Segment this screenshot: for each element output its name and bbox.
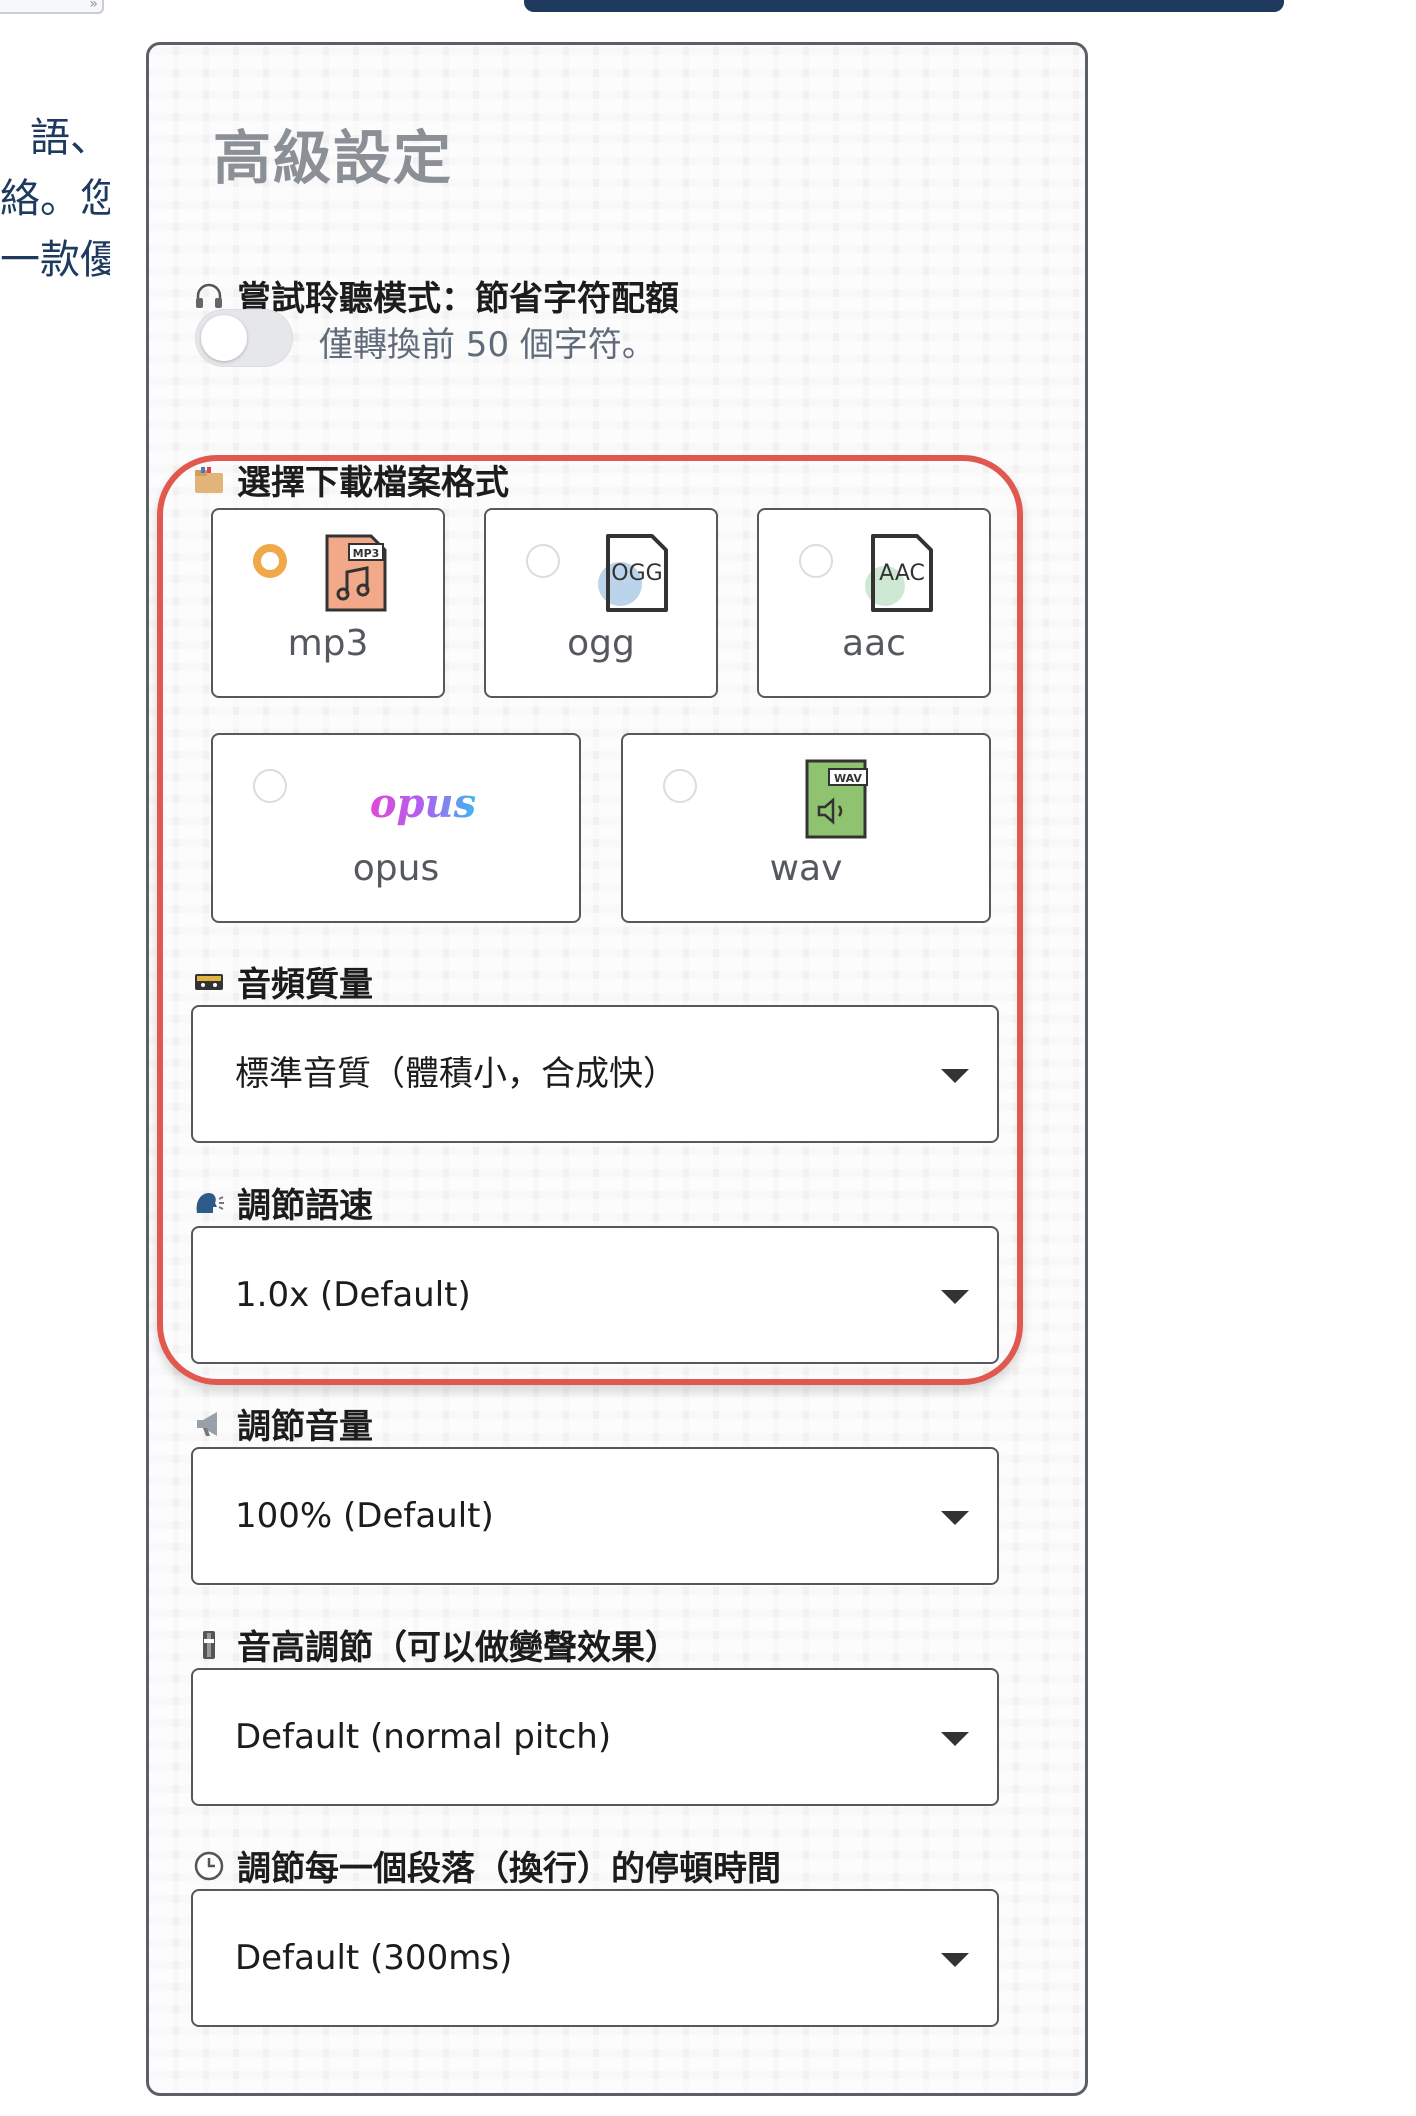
chevron-down-icon xyxy=(941,1953,969,1967)
format-label-ogg: ogg xyxy=(567,623,635,664)
format-option-mp3[interactable]: MP3 mp3 xyxy=(211,508,445,698)
pause-text: 調節每一個段落（換行）的停頓時間 xyxy=(237,1849,781,1889)
aac-badge-text: AAC xyxy=(879,561,925,586)
megaphone-icon xyxy=(193,1408,225,1440)
slider-icon xyxy=(193,1629,225,1661)
chevron-down-icon xyxy=(941,1290,969,1304)
cassette-icon xyxy=(193,966,225,998)
pitch-select[interactable]: Default (normal pitch) xyxy=(191,1668,999,1806)
quality-text: 音頻質量 xyxy=(237,965,373,1005)
wav-file-icon: WAV xyxy=(803,757,873,843)
aac-file-icon: AAC xyxy=(859,532,935,618)
top-left-control[interactable]: » xyxy=(0,0,104,14)
double-chevron-icon: » xyxy=(89,0,98,12)
pause-label: 調節每一個段落（換行）的停頓時間 xyxy=(193,1841,781,1890)
ogg-file-icon: OGG xyxy=(594,532,670,618)
quality-label: 音頻質量 xyxy=(193,957,373,1006)
chevron-down-icon xyxy=(941,1069,969,1083)
volume-label: 調節音量 xyxy=(193,1399,373,1448)
format-option-wav[interactable]: WAV wav xyxy=(621,733,991,923)
pitch-text: 音高調節（可以做變聲效果） xyxy=(237,1628,679,1668)
volume-select[interactable]: 100% (Default) xyxy=(191,1447,999,1585)
article-line: 一款優 xyxy=(0,237,110,283)
advanced-settings-panel: 高級設定 嘗試聆聽模式：節省字符配額 僅轉換前 50 個字符。 選擇下載檔案格式 xyxy=(146,42,1088,2096)
clock-icon xyxy=(193,1850,225,1882)
trial-mode-description: 僅轉換前 50 個字符。 xyxy=(319,325,656,365)
chevron-down-icon xyxy=(941,1511,969,1525)
format-radio-wav[interactable] xyxy=(663,769,697,803)
volume-select-value: 100% (Default) xyxy=(235,1496,494,1536)
format-radio-aac[interactable] xyxy=(799,544,833,578)
quality-select[interactable]: 標準音質（體積小，合成快） xyxy=(191,1005,999,1143)
speaking-head-icon xyxy=(193,1187,225,1219)
trial-mode-toggle[interactable] xyxy=(195,309,293,367)
wav-badge-text: WAV xyxy=(834,772,862,785)
format-label-aac: aac xyxy=(842,623,906,664)
panel-title: 高級設定 xyxy=(213,124,454,192)
format-option-aac[interactable]: AAC aac xyxy=(757,508,991,698)
format-radio-ogg[interactable] xyxy=(526,544,560,578)
trial-mode-text: 嘗試聆聽模式：節省字符配額 xyxy=(237,279,679,319)
format-radio-mp3[interactable] xyxy=(253,544,287,578)
format-label-wav: wav xyxy=(769,848,843,889)
opus-logo-icon: opus xyxy=(363,775,483,839)
format-label-mp3: mp3 xyxy=(287,623,369,664)
speed-label: 調節語速 xyxy=(193,1178,373,1227)
quality-select-value: 標準音質（體積小，合成快） xyxy=(235,1054,677,1094)
speed-text: 調節語速 xyxy=(237,1186,373,1226)
opus-logo-text: opus xyxy=(370,780,476,827)
toggle-knob xyxy=(201,315,247,361)
speed-select-value: 1.0x (Default) xyxy=(235,1275,471,1315)
ogg-badge-text: OGG xyxy=(611,561,662,586)
format-text: 選擇下載檔案格式 xyxy=(237,463,509,503)
chevron-down-icon xyxy=(941,1732,969,1746)
format-option-ogg[interactable]: OGG ogg xyxy=(484,508,718,698)
mp3-badge-text: MP3 xyxy=(353,547,380,560)
pause-select[interactable]: Default (300ms) xyxy=(191,1889,999,2027)
top-banner xyxy=(524,0,1284,12)
article-line: 絡。您 xyxy=(0,176,110,222)
headphones-icon xyxy=(193,280,225,312)
mp3-file-icon: MP3 xyxy=(323,532,389,618)
pitch-select-value: Default (normal pitch) xyxy=(235,1717,612,1757)
folder-icon xyxy=(193,464,225,496)
format-radio-opus[interactable] xyxy=(253,769,287,803)
volume-text: 調節音量 xyxy=(237,1407,373,1447)
article-line: 語、 xyxy=(30,115,110,161)
pause-select-value: Default (300ms) xyxy=(235,1938,513,1978)
background-article-text: 語、 絡。您 一款優 xyxy=(0,108,110,291)
speed-select[interactable]: 1.0x (Default) xyxy=(191,1226,999,1364)
format-label: 選擇下載檔案格式 xyxy=(193,455,509,504)
format-label-opus: opus xyxy=(352,848,440,889)
format-option-opus[interactable]: opus opus xyxy=(211,733,581,923)
pitch-label: 音高調節（可以做變聲效果） xyxy=(193,1620,679,1669)
